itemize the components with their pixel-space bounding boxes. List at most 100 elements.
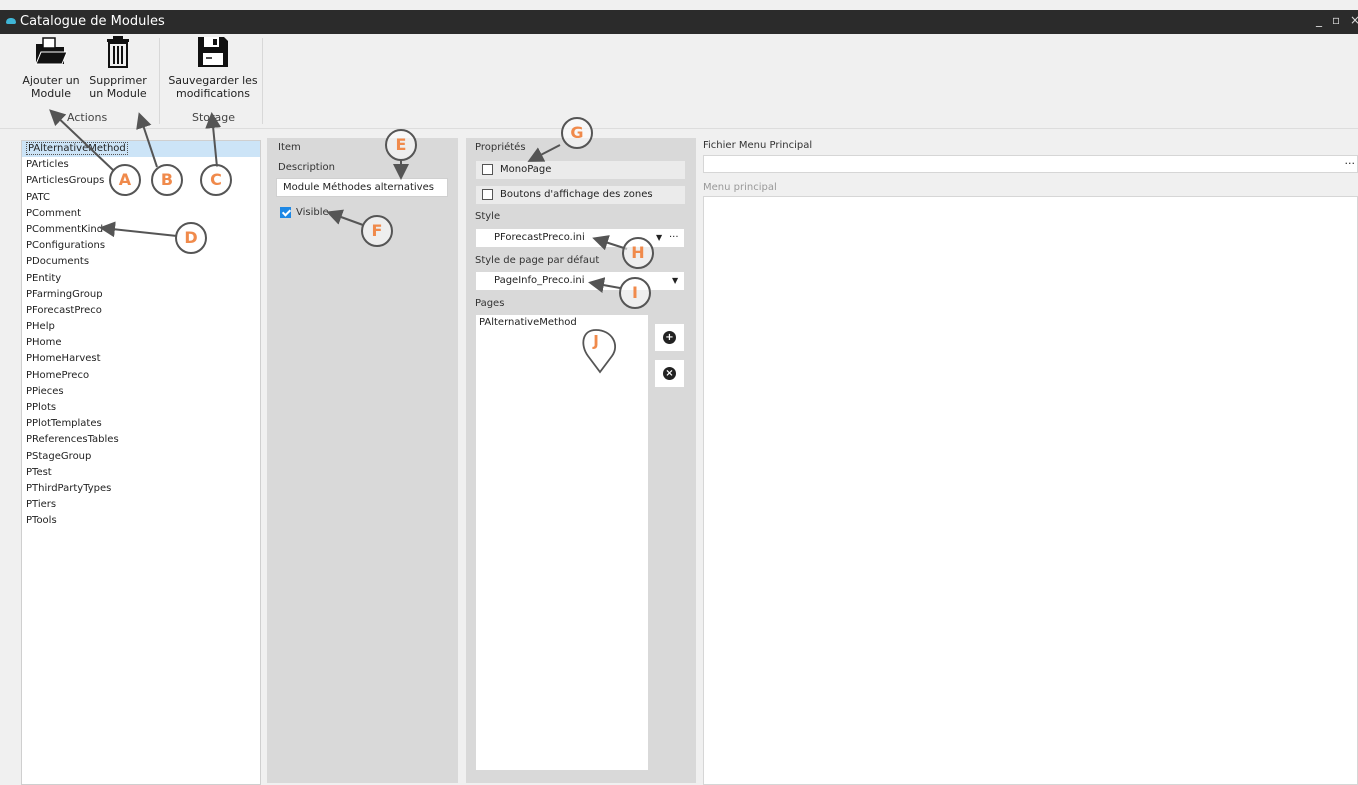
list-item[interactable]: PFarmingGroup xyxy=(22,287,260,303)
monopage-check-box[interactable] xyxy=(482,164,493,175)
zone-buttons-label: Boutons d'affichage des zones xyxy=(500,189,653,200)
default-style-select[interactable]: PageInfo_Preco.ini ▼ xyxy=(476,272,684,290)
list-item-label: PComment xyxy=(26,207,82,219)
style-select[interactable]: PForecastPreco.ini ▼ ··· xyxy=(476,229,684,247)
x-circle-icon: × xyxy=(663,367,676,380)
visible-label: Visible xyxy=(296,207,329,218)
zone-buttons-check-box[interactable] xyxy=(482,189,493,200)
default-style-label: Style de page par défaut xyxy=(475,255,600,266)
save-button[interactable]: Sauvegarder les modifications xyxy=(168,34,258,100)
list-item-label: PStageGroup xyxy=(26,450,92,462)
group-separator xyxy=(262,38,263,124)
list-item-label: PCommentKind xyxy=(26,223,104,235)
callout-g: G xyxy=(561,117,593,149)
style-label: Style xyxy=(475,211,501,222)
callout-b: B xyxy=(151,164,183,196)
list-item[interactable]: PEntity xyxy=(22,271,260,287)
delete-module-label-1: Supprimer xyxy=(89,74,147,87)
minimize-button[interactable]: _ xyxy=(1316,13,1322,27)
plus-circle-icon: + xyxy=(663,331,676,344)
callout-d: D xyxy=(175,222,207,254)
list-item-label: PDocuments xyxy=(26,256,90,268)
close-button[interactable]: × xyxy=(1350,13,1358,27)
list-item[interactable]: PCommentKind xyxy=(22,222,260,238)
list-item-label: PArticles xyxy=(26,159,69,171)
browse-style-button[interactable]: ··· xyxy=(669,229,679,247)
list-item-label: PReferencesTables xyxy=(26,434,119,446)
list-item-label: PHomePreco xyxy=(26,369,90,381)
list-item-label: PTest xyxy=(26,466,52,478)
floppy-disk-icon xyxy=(198,37,228,67)
pages-list[interactable]: PAlternativeMethod xyxy=(476,315,648,770)
monopage-checkbox[interactable]: MonoPage xyxy=(476,161,685,179)
zone-buttons-checkbox[interactable]: Boutons d'affichage des zones xyxy=(476,186,685,204)
browse-file-button[interactable]: ··· xyxy=(1345,157,1356,170)
style-value: PForecastPreco.ini xyxy=(494,232,585,243)
list-item-label: PATC xyxy=(26,191,50,203)
chevron-down-icon[interactable]: ▼ xyxy=(672,272,678,290)
add-module-button[interactable]: Ajouter un Module xyxy=(20,34,82,100)
callout-e: E xyxy=(385,129,417,161)
list-item-label: PForecastPreco xyxy=(26,304,102,316)
group-separator xyxy=(159,38,160,124)
list-item[interactable]: PTiers xyxy=(22,497,260,513)
list-item[interactable]: PHomePreco xyxy=(22,368,260,384)
list-item-label: PPlotTemplates xyxy=(26,418,102,430)
window-title: Catalogue de Modules xyxy=(20,14,165,29)
list-item[interactable]: PThirdPartyTypes xyxy=(22,481,260,497)
add-module-label-1: Ajouter un xyxy=(22,74,80,87)
group-label-storage: Storage xyxy=(192,111,236,124)
list-item-label: PHomeHarvest xyxy=(26,353,101,365)
main-menu-content[interactable] xyxy=(703,196,1358,785)
monopage-label: MonoPage xyxy=(500,164,552,175)
list-item[interactable]: PHelp xyxy=(22,319,260,335)
pages-list-item[interactable]: PAlternativeMethod xyxy=(479,317,645,328)
group-label-actions: Actions xyxy=(67,111,108,124)
list-item-label: PHelp xyxy=(26,321,55,333)
delete-module-button[interactable]: Supprimer un Module xyxy=(87,34,149,100)
list-item[interactable]: PConfigurations xyxy=(22,238,260,254)
list-item[interactable]: PHomeHarvest xyxy=(22,351,260,367)
list-item[interactable]: PReferencesTables xyxy=(22,432,260,448)
list-item[interactable]: PHome xyxy=(22,335,260,351)
list-item[interactable]: PComment xyxy=(22,206,260,222)
description-label: Description xyxy=(278,162,335,173)
module-list[interactable]: PAlternativeMethod PArticles PArticlesGrou… xyxy=(21,140,261,785)
list-item[interactable]: PPlots xyxy=(22,400,260,416)
callout-h: H xyxy=(622,237,654,269)
list-item[interactable]: PPieces xyxy=(22,384,260,400)
list-item-label: PConfigurations xyxy=(26,240,106,252)
list-item[interactable]: PAlternativeMethod xyxy=(22,141,260,158)
list-item-label: PHome xyxy=(26,337,62,349)
list-item[interactable]: PStageGroup xyxy=(22,449,260,465)
pages-label: Pages xyxy=(475,298,505,309)
default-style-value: PageInfo_Preco.ini xyxy=(494,275,585,286)
properties-header: Propriétés xyxy=(475,142,526,153)
list-item-label: PAlternativeMethod xyxy=(26,142,128,155)
trash-icon xyxy=(107,36,129,68)
list-item[interactable]: PPlotTemplates xyxy=(22,416,260,432)
list-item-label: PFarmingGroup xyxy=(26,288,103,300)
description-input[interactable]: Module Méthodes alternatives xyxy=(276,178,448,197)
list-item[interactable]: PDocuments xyxy=(22,254,260,270)
visible-checkbox[interactable]: Visible xyxy=(280,207,360,221)
save-label-2: modifications xyxy=(175,87,250,100)
list-item-label: PArticlesGroups xyxy=(26,175,105,187)
ribbon: Ajouter un Module Supprimer un Module Sa… xyxy=(0,34,1358,129)
remove-page-button[interactable]: × xyxy=(655,360,684,387)
visible-check-box[interactable] xyxy=(280,207,291,218)
properties-panel: Propriétés MonoPage Boutons d'affichage … xyxy=(466,138,696,783)
callout-i: I xyxy=(619,277,651,309)
list-item[interactable]: PTools xyxy=(22,513,260,529)
list-item-label: PTiers xyxy=(26,499,57,511)
main-menu-area: Fichier Menu Principal ··· Menu principa… xyxy=(703,140,1358,785)
list-item[interactable]: PForecastPreco xyxy=(22,303,260,319)
maximize-button[interactable]: ▫ xyxy=(1332,13,1340,27)
chevron-down-icon[interactable]: ▼ xyxy=(656,229,662,247)
add-page-button[interactable]: + xyxy=(655,324,684,351)
save-label-1: Sauvegarder les xyxy=(168,74,258,87)
callout-c: C xyxy=(200,164,232,196)
main-menu-file-input[interactable]: ··· xyxy=(703,155,1358,173)
list-item[interactable]: PTest xyxy=(22,465,260,481)
add-module-label-2: Module xyxy=(31,87,71,100)
